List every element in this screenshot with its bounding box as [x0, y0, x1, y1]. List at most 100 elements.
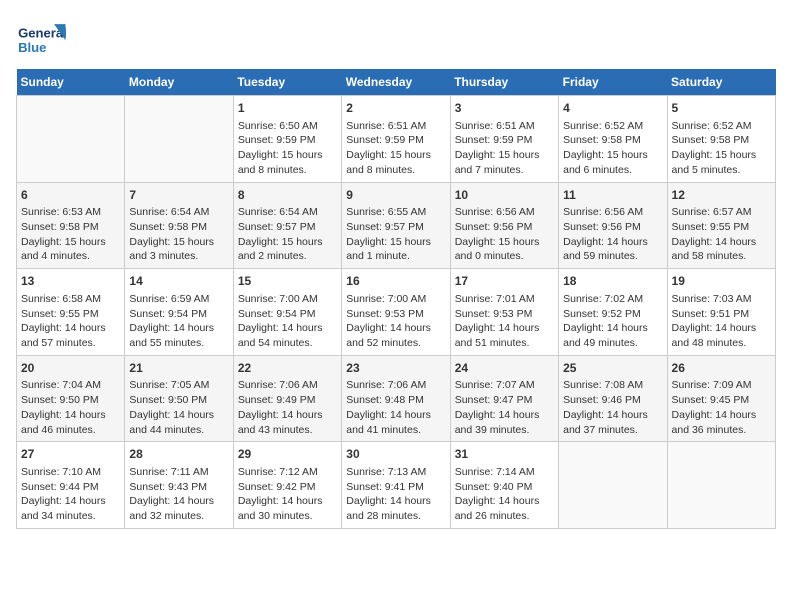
- day-info: and 44 minutes.: [129, 423, 228, 438]
- day-info: Sunrise: 7:13 AM: [346, 465, 445, 480]
- calendar-week-3: 13Sunrise: 6:58 AMSunset: 9:55 PMDayligh…: [17, 269, 776, 356]
- day-info: Sunset: 9:49 PM: [238, 393, 337, 408]
- day-info: Sunset: 9:58 PM: [129, 220, 228, 235]
- day-info: Daylight: 15 hours: [21, 235, 120, 250]
- day-info: and 37 minutes.: [563, 423, 662, 438]
- day-info: and 4 minutes.: [21, 249, 120, 264]
- calendar-cell: 2Sunrise: 6:51 AMSunset: 9:59 PMDaylight…: [342, 96, 450, 183]
- calendar-cell: 4Sunrise: 6:52 AMSunset: 9:58 PMDaylight…: [559, 96, 667, 183]
- day-info: Sunrise: 7:01 AM: [455, 292, 554, 307]
- day-info: Sunset: 9:58 PM: [21, 220, 120, 235]
- header-cell-saturday: Saturday: [667, 69, 775, 96]
- day-info: Sunset: 9:48 PM: [346, 393, 445, 408]
- day-number: 21: [129, 360, 228, 377]
- calendar-cell: 5Sunrise: 6:52 AMSunset: 9:58 PMDaylight…: [667, 96, 775, 183]
- calendar-cell: 29Sunrise: 7:12 AMSunset: 9:42 PMDayligh…: [233, 442, 341, 529]
- day-info: Daylight: 14 hours: [563, 235, 662, 250]
- calendar-cell: 6Sunrise: 6:53 AMSunset: 9:58 PMDaylight…: [17, 182, 125, 269]
- calendar-cell: 10Sunrise: 6:56 AMSunset: 9:56 PMDayligh…: [450, 182, 558, 269]
- day-info: Daylight: 15 hours: [238, 148, 337, 163]
- day-info: Sunset: 9:56 PM: [563, 220, 662, 235]
- day-number: 14: [129, 273, 228, 290]
- day-number: 4: [563, 100, 662, 117]
- calendar-cell: 18Sunrise: 7:02 AMSunset: 9:52 PMDayligh…: [559, 269, 667, 356]
- day-info: Daylight: 15 hours: [346, 148, 445, 163]
- day-number: 22: [238, 360, 337, 377]
- header-cell-wednesday: Wednesday: [342, 69, 450, 96]
- day-info: and 30 minutes.: [238, 509, 337, 524]
- day-info: Daylight: 14 hours: [21, 494, 120, 509]
- calendar-cell: 22Sunrise: 7:06 AMSunset: 9:49 PMDayligh…: [233, 355, 341, 442]
- day-info: Daylight: 15 hours: [346, 235, 445, 250]
- day-number: 29: [238, 446, 337, 463]
- day-number: 17: [455, 273, 554, 290]
- calendar-cell: [559, 442, 667, 529]
- day-number: 24: [455, 360, 554, 377]
- day-info: and 3 minutes.: [129, 249, 228, 264]
- day-info: and 51 minutes.: [455, 336, 554, 351]
- day-info: Daylight: 14 hours: [346, 408, 445, 423]
- day-info: Daylight: 14 hours: [129, 494, 228, 509]
- day-info: Sunrise: 7:00 AM: [346, 292, 445, 307]
- day-info: Sunset: 9:50 PM: [21, 393, 120, 408]
- header-cell-monday: Monday: [125, 69, 233, 96]
- calendar-cell: 9Sunrise: 6:55 AMSunset: 9:57 PMDaylight…: [342, 182, 450, 269]
- calendar-cell: 23Sunrise: 7:06 AMSunset: 9:48 PMDayligh…: [342, 355, 450, 442]
- day-number: 5: [672, 100, 771, 117]
- day-info: and 41 minutes.: [346, 423, 445, 438]
- day-number: 12: [672, 187, 771, 204]
- day-info: and 43 minutes.: [238, 423, 337, 438]
- day-info: Sunset: 9:51 PM: [672, 307, 771, 322]
- header-cell-tuesday: Tuesday: [233, 69, 341, 96]
- day-info: Sunset: 9:57 PM: [346, 220, 445, 235]
- day-info: Sunset: 9:59 PM: [455, 133, 554, 148]
- day-number: 11: [563, 187, 662, 204]
- calendar-cell: 21Sunrise: 7:05 AMSunset: 9:50 PMDayligh…: [125, 355, 233, 442]
- day-info: Daylight: 14 hours: [129, 408, 228, 423]
- day-info: Sunset: 9:53 PM: [346, 307, 445, 322]
- day-info: Daylight: 15 hours: [563, 148, 662, 163]
- day-info: Daylight: 14 hours: [455, 494, 554, 509]
- header-cell-thursday: Thursday: [450, 69, 558, 96]
- day-info: Sunrise: 7:12 AM: [238, 465, 337, 480]
- day-info: and 5 minutes.: [672, 163, 771, 178]
- calendar-cell: 25Sunrise: 7:08 AMSunset: 9:46 PMDayligh…: [559, 355, 667, 442]
- day-number: 26: [672, 360, 771, 377]
- header-row: SundayMondayTuesdayWednesdayThursdayFrid…: [17, 69, 776, 96]
- day-info: Sunrise: 7:09 AM: [672, 378, 771, 393]
- day-info: Sunset: 9:53 PM: [455, 307, 554, 322]
- day-info: Sunrise: 6:52 AM: [563, 119, 662, 134]
- day-info: Sunset: 9:42 PM: [238, 480, 337, 495]
- calendar-table: SundayMondayTuesdayWednesdayThursdayFrid…: [16, 69, 776, 529]
- day-info: and 32 minutes.: [129, 509, 228, 524]
- day-number: 6: [21, 187, 120, 204]
- day-info: Daylight: 15 hours: [129, 235, 228, 250]
- day-info: Daylight: 14 hours: [238, 321, 337, 336]
- day-info: and 6 minutes.: [563, 163, 662, 178]
- day-info: Daylight: 14 hours: [563, 321, 662, 336]
- day-info: Sunset: 9:45 PM: [672, 393, 771, 408]
- day-info: and 54 minutes.: [238, 336, 337, 351]
- header-cell-sunday: Sunday: [17, 69, 125, 96]
- day-info: Sunrise: 7:11 AM: [129, 465, 228, 480]
- day-info: Sunset: 9:59 PM: [238, 133, 337, 148]
- day-info: Daylight: 14 hours: [672, 235, 771, 250]
- day-info: Daylight: 14 hours: [563, 408, 662, 423]
- calendar-cell: 16Sunrise: 7:00 AMSunset: 9:53 PMDayligh…: [342, 269, 450, 356]
- day-number: 23: [346, 360, 445, 377]
- day-info: Sunset: 9:54 PM: [238, 307, 337, 322]
- day-info: and 26 minutes.: [455, 509, 554, 524]
- day-info: and 0 minutes.: [455, 249, 554, 264]
- calendar-cell: 19Sunrise: 7:03 AMSunset: 9:51 PMDayligh…: [667, 269, 775, 356]
- day-info: Sunrise: 6:50 AM: [238, 119, 337, 134]
- day-info: Daylight: 14 hours: [455, 408, 554, 423]
- day-info: and 59 minutes.: [563, 249, 662, 264]
- day-info: Daylight: 14 hours: [672, 408, 771, 423]
- day-info: Sunrise: 6:54 AM: [129, 205, 228, 220]
- day-number: 2: [346, 100, 445, 117]
- day-info: Sunset: 9:41 PM: [346, 480, 445, 495]
- day-info: and 28 minutes.: [346, 509, 445, 524]
- day-info: Daylight: 14 hours: [238, 408, 337, 423]
- day-info: Daylight: 14 hours: [455, 321, 554, 336]
- page-header: General Blue: [16, 16, 776, 61]
